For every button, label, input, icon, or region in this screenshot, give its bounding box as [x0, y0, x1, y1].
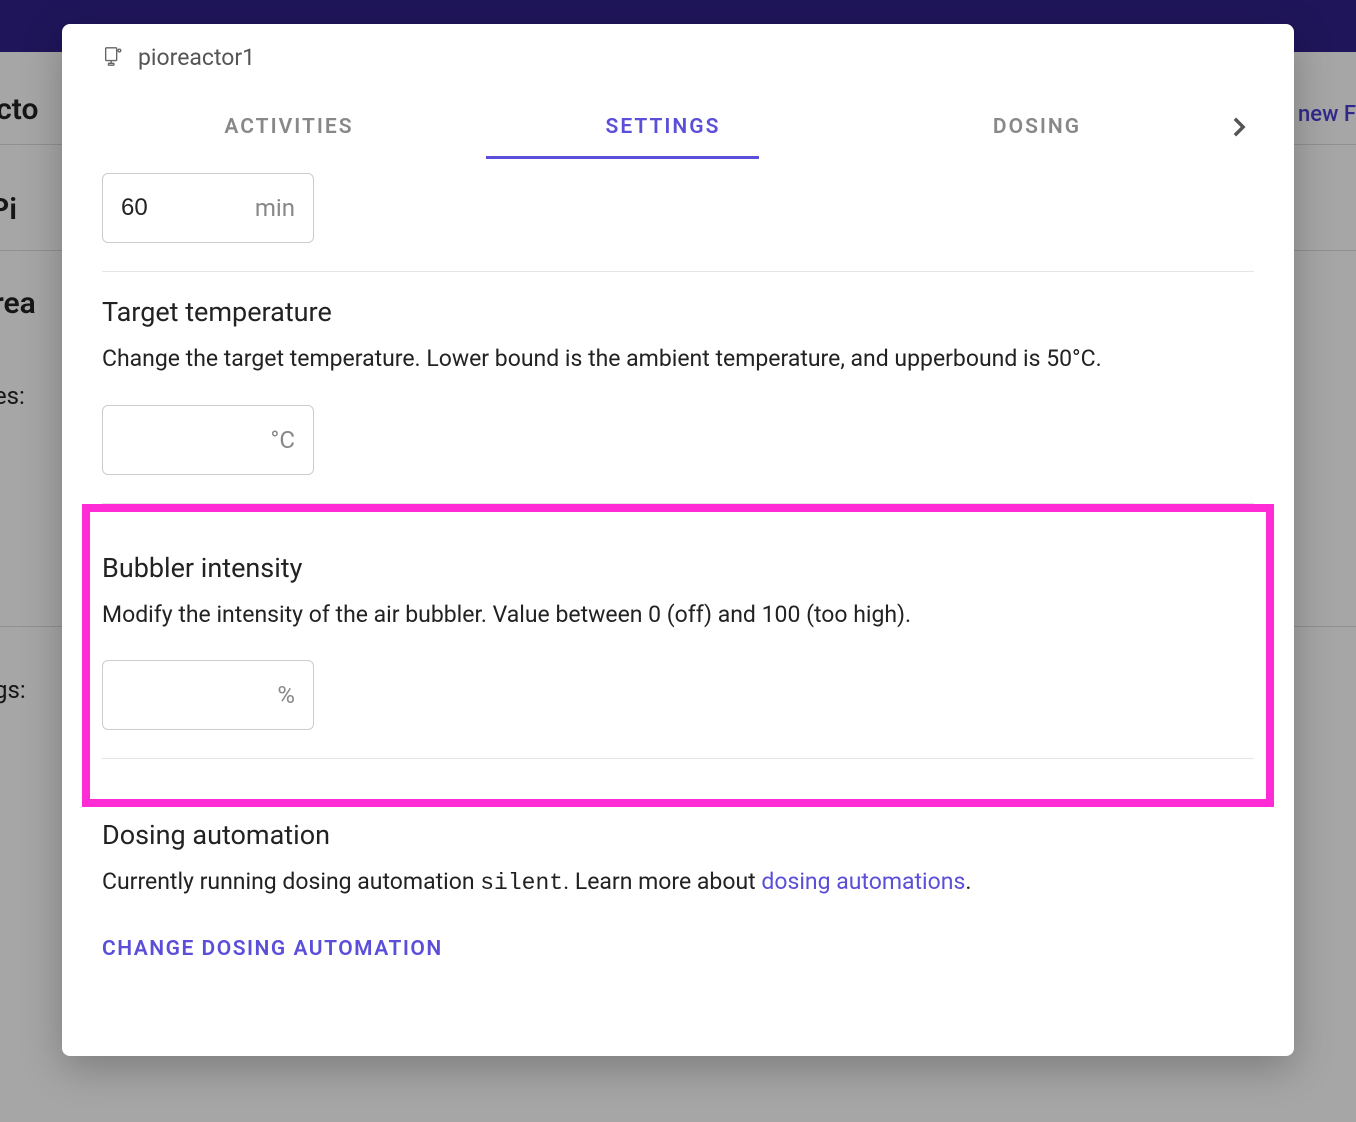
tab-indicator: [486, 156, 759, 159]
dosing-desc: Currently running dosing automation sile…: [102, 865, 1254, 901]
duration-input[interactable]: [121, 194, 255, 222]
tabs: ACTIVITIES SETTINGS DOSING: [102, 99, 1254, 159]
dosing-desc-prefix: Currently running dosing automation: [102, 868, 480, 895]
chevron-right-icon[interactable]: [1224, 116, 1254, 142]
change-dosing-automation-button[interactable]: CHANGE DOSING AUTOMATION: [102, 937, 1254, 961]
first-input-section: min: [102, 159, 1254, 272]
bubbler-title: Bubbler intensity: [102, 552, 1254, 584]
target-temp-unit: °C: [270, 426, 295, 454]
target-temp-section: Target temperature Change the target tem…: [102, 272, 1254, 504]
device-row: pioreactor1: [102, 44, 1254, 71]
bubbler-unit: %: [277, 681, 295, 709]
target-temp-input[interactable]: [121, 426, 270, 454]
bubbler-highlight: Bubbler intensity Modify the intensity o…: [82, 504, 1274, 808]
pioreactor-icon: [102, 45, 124, 71]
tab-settings[interactable]: SETTINGS: [476, 99, 850, 159]
bubbler-input-wrap: %: [102, 660, 314, 730]
dosing-automation-section: Dosing automation Currently running dosi…: [102, 807, 1254, 989]
tab-activities[interactable]: ACTIVITIES: [102, 99, 476, 159]
dosing-desc-suffix: .: [965, 868, 971, 895]
bubbler-input[interactable]: [121, 681, 277, 709]
duration-input-wrap: min: [102, 173, 314, 243]
bubbler-desc: Modify the intensity of the air bubbler.…: [102, 598, 1254, 633]
target-temp-desc: Change the target temperature. Lower bou…: [102, 342, 1254, 377]
dosing-desc-mid: . Learn more about: [563, 868, 761, 895]
dialog-header: pioreactor1 ACTIVITIES SETTINGS DOSING: [62, 24, 1294, 159]
dosing-title: Dosing automation: [102, 819, 1254, 851]
dosing-automations-link[interactable]: dosing automations: [761, 868, 965, 895]
settings-dialog: pioreactor1 ACTIVITIES SETTINGS DOSING m…: [62, 24, 1294, 1056]
target-temp-input-wrap: °C: [102, 405, 314, 475]
tab-dosing[interactable]: DOSING: [850, 99, 1224, 159]
target-temp-title: Target temperature: [102, 296, 1254, 328]
device-name: pioreactor1: [138, 44, 255, 71]
dialog-body: min Target temperature Change the target…: [62, 159, 1294, 1056]
bubbler-section: Bubbler intensity Modify the intensity o…: [102, 528, 1254, 760]
dosing-automation-name: silent: [480, 870, 563, 896]
duration-unit: min: [255, 194, 295, 222]
